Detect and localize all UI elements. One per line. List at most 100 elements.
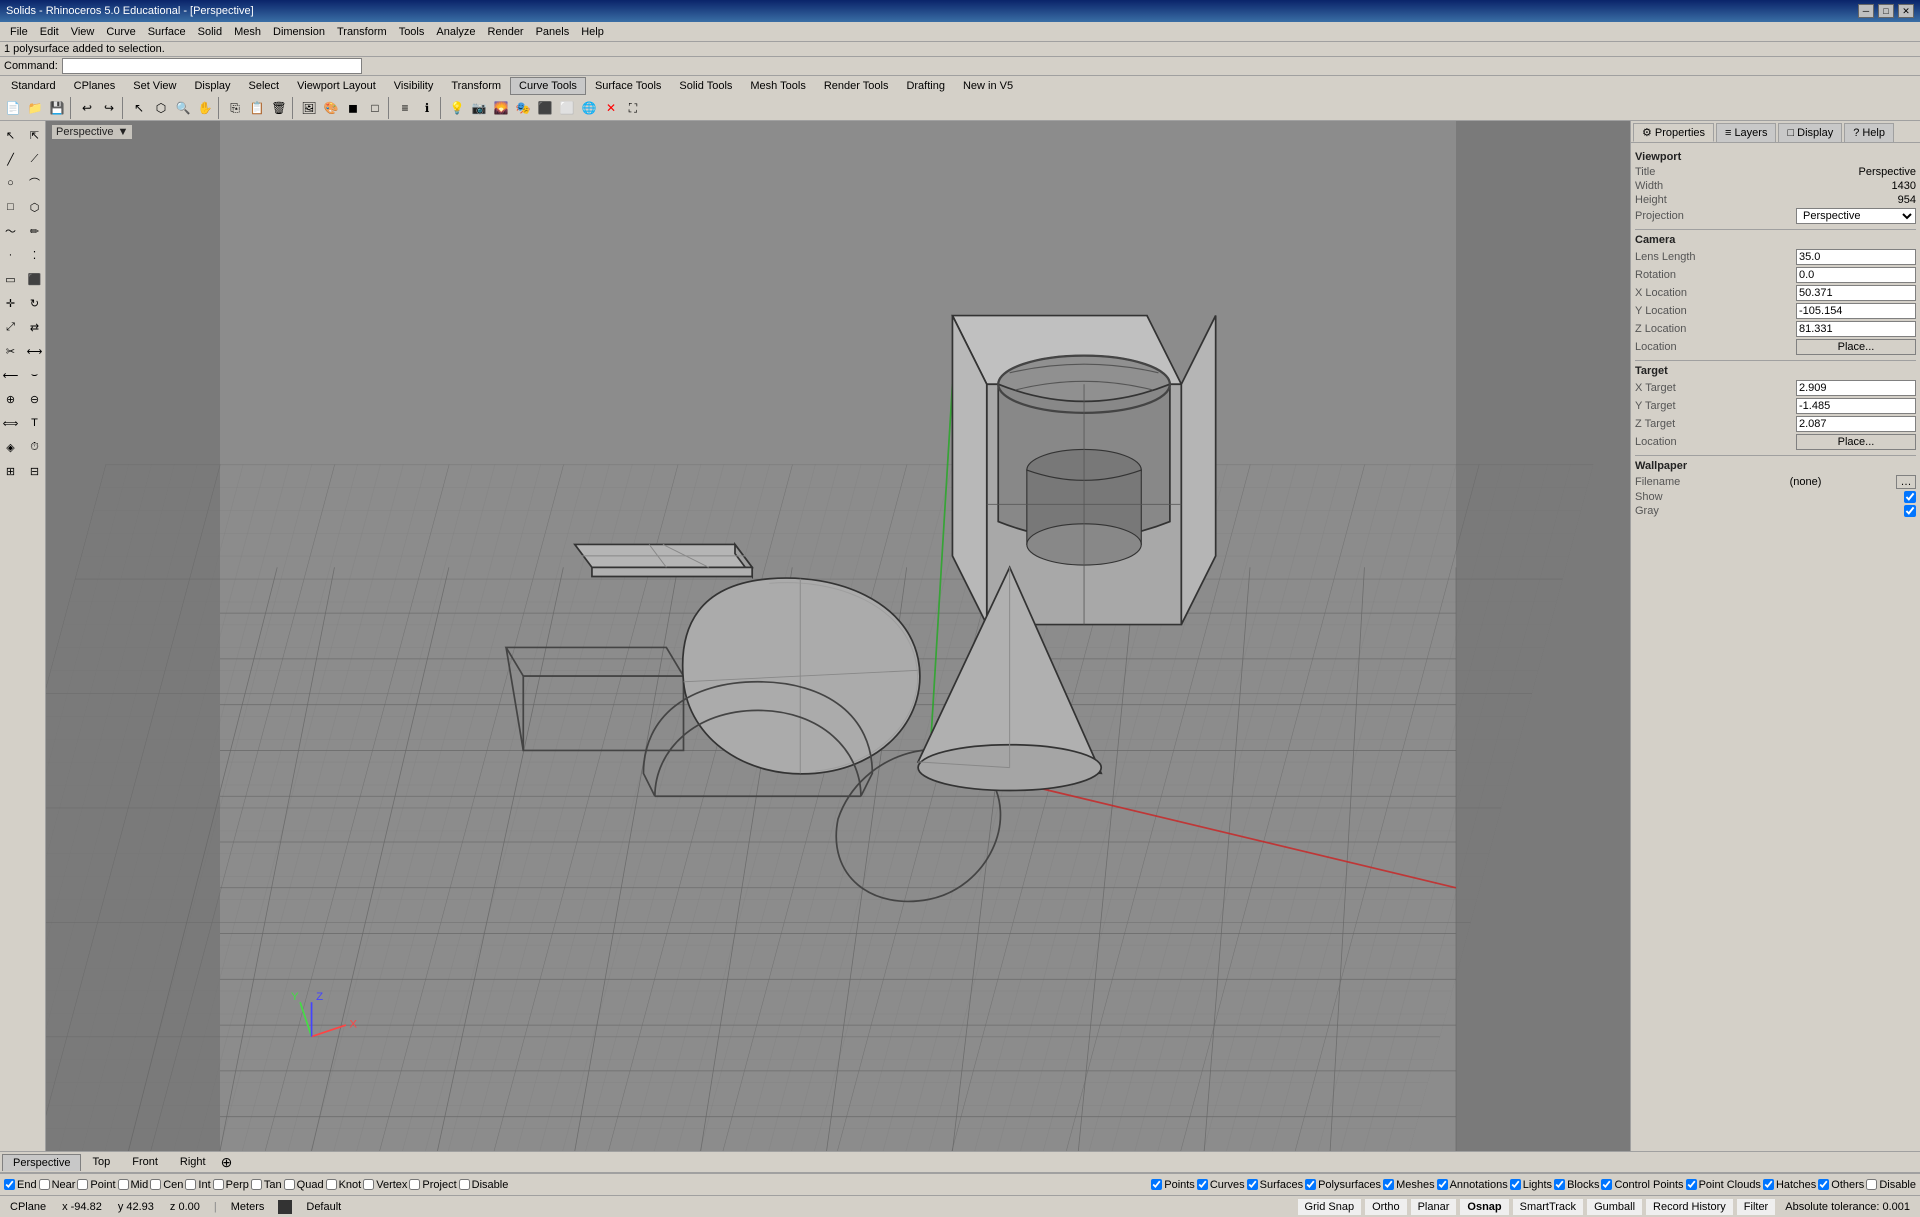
- snap-blocks-check[interactable]: [1554, 1179, 1565, 1190]
- y-location-input[interactable]: [1796, 303, 1916, 319]
- osnap-cen-check[interactable]: [150, 1179, 161, 1190]
- menu-mesh[interactable]: Mesh: [228, 25, 267, 39]
- circle-tool[interactable]: ○: [0, 172, 22, 194]
- tab-standard[interactable]: Standard: [2, 77, 65, 95]
- menu-view[interactable]: View: [65, 25, 101, 39]
- snap-lights-check[interactable]: [1510, 1179, 1521, 1190]
- osnap-knot-check[interactable]: [326, 1179, 337, 1190]
- rotate-tool[interactable]: ↻: [24, 292, 46, 314]
- osnap-disable-check[interactable]: [459, 1179, 470, 1190]
- boolean-union-tool[interactable]: ⊕: [0, 388, 22, 410]
- rpanel-tab-properties[interactable]: ⚙ Properties: [1633, 123, 1714, 142]
- dimension-tool[interactable]: ⟺: [0, 412, 22, 434]
- tab-cplanes[interactable]: CPlanes: [65, 77, 125, 95]
- gumball-button[interactable]: Gumball: [1587, 1199, 1642, 1215]
- x-location-input[interactable]: [1796, 285, 1916, 301]
- z-location-input[interactable]: [1796, 321, 1916, 337]
- texture-icon[interactable]: ⬛: [534, 97, 556, 119]
- line-tool[interactable]: ╱: [0, 148, 22, 170]
- render-preview-icon[interactable]: 🖼: [298, 97, 320, 119]
- menu-edit[interactable]: Edit: [34, 25, 65, 39]
- snap-disable-check[interactable]: [1866, 1179, 1877, 1190]
- filter-button[interactable]: Filter: [1737, 1199, 1775, 1215]
- delete-icon[interactable]: 🗑: [268, 97, 290, 119]
- tab-set-view[interactable]: Set View: [124, 77, 185, 95]
- menu-surface[interactable]: Surface: [142, 25, 192, 39]
- minimize-button[interactable]: ─: [1858, 4, 1874, 18]
- polyline-tool[interactable]: ⟋: [24, 148, 46, 170]
- select-icon[interactable]: ↖: [128, 97, 150, 119]
- tgt-place-button[interactable]: Place...: [1796, 434, 1916, 450]
- menu-dimension[interactable]: Dimension: [267, 25, 331, 39]
- record-history-button[interactable]: Record History: [1646, 1199, 1733, 1215]
- osnap-tan-check[interactable]: [251, 1179, 262, 1190]
- select-tool[interactable]: ↖: [0, 124, 22, 146]
- close-button[interactable]: ✕: [1898, 4, 1914, 18]
- tab-solid-tools[interactable]: Solid Tools: [670, 77, 741, 95]
- x-icon[interactable]: ✕: [600, 97, 622, 119]
- snap-curves-check[interactable]: [1197, 1179, 1208, 1190]
- tab-display[interactable]: Display: [185, 77, 239, 95]
- y-target-input[interactable]: [1796, 398, 1916, 414]
- move-tool[interactable]: ✛: [0, 292, 22, 314]
- viewport-projection-dropdown[interactable]: Perspective Parallel Two Point: [1796, 208, 1916, 224]
- snap-polysurfaces-check[interactable]: [1305, 1179, 1316, 1190]
- rpanel-tab-layers[interactable]: ≡ Layers: [1716, 123, 1776, 142]
- osnap-button[interactable]: Osnap: [1460, 1199, 1508, 1215]
- text-tool[interactable]: T: [24, 412, 46, 434]
- tab-select[interactable]: Select: [240, 77, 289, 95]
- tab-visibility[interactable]: Visibility: [385, 77, 443, 95]
- arc-tool[interactable]: ⌒: [24, 172, 46, 194]
- fullscreen-icon[interactable]: ⛶: [622, 97, 644, 119]
- background-icon[interactable]: 🌄: [490, 97, 512, 119]
- wire-icon[interactable]: □: [364, 97, 386, 119]
- mesh-tool[interactable]: ⬛: [24, 268, 46, 290]
- menu-help[interactable]: Help: [575, 25, 610, 39]
- osnap-point-check[interactable]: [77, 1179, 88, 1190]
- menu-tools[interactable]: Tools: [393, 25, 431, 39]
- vp-tab-top[interactable]: Top: [81, 1153, 121, 1171]
- copy-icon[interactable]: ⎘: [224, 97, 246, 119]
- snap-others-check[interactable]: [1818, 1179, 1829, 1190]
- lights-icon[interactable]: 💡: [446, 97, 468, 119]
- redo-icon[interactable]: ↪: [98, 97, 120, 119]
- material-icon[interactable]: 🎭: [512, 97, 534, 119]
- point-tool[interactable]: ·: [0, 244, 22, 266]
- polygon-tool[interactable]: ⬡: [24, 196, 46, 218]
- osnap-mid-check[interactable]: [118, 1179, 129, 1190]
- viewport[interactable]: Perspective ▼: [46, 121, 1630, 1151]
- menu-curve[interactable]: Curve: [100, 25, 141, 39]
- lens-length-input[interactable]: [1796, 249, 1916, 265]
- tab-mesh-tools[interactable]: Mesh Tools: [741, 77, 814, 95]
- z-target-input[interactable]: [1796, 416, 1916, 432]
- tab-curve-tools[interactable]: Curve Tools: [510, 77, 586, 95]
- rpanel-tab-display[interactable]: □ Display: [1778, 123, 1842, 142]
- viewport-label[interactable]: Perspective ▼: [52, 125, 132, 139]
- new-icon[interactable]: 📄: [2, 97, 24, 119]
- bump-icon[interactable]: ⬜: [556, 97, 578, 119]
- select-filter-tool[interactable]: ⇱: [24, 124, 46, 146]
- tab-surface-tools[interactable]: Surface Tools: [586, 77, 670, 95]
- tab-drafting[interactable]: Drafting: [897, 77, 954, 95]
- add-viewport-button[interactable]: ⊕: [217, 1154, 237, 1171]
- cam-place-button[interactable]: Place...: [1796, 339, 1916, 355]
- osnap-int-check[interactable]: [185, 1179, 196, 1190]
- snap-hatches-check[interactable]: [1763, 1179, 1774, 1190]
- point-cloud-tool[interactable]: ⁚: [24, 244, 46, 266]
- menu-panels[interactable]: Panels: [530, 25, 576, 39]
- rectangle-tool[interactable]: □: [0, 196, 22, 218]
- osnap-end-check[interactable]: [4, 1179, 15, 1190]
- snap-point-clouds-check[interactable]: [1686, 1179, 1697, 1190]
- menu-transform[interactable]: Transform: [331, 25, 393, 39]
- mirror-tool[interactable]: ⇄: [24, 316, 46, 338]
- rotation-input[interactable]: [1796, 267, 1916, 283]
- tab-transform[interactable]: Transform: [442, 77, 510, 95]
- planar-button[interactable]: Planar: [1411, 1199, 1457, 1215]
- trim-tool[interactable]: ✂: [0, 340, 22, 362]
- env-icon[interactable]: 🌐: [578, 97, 600, 119]
- menu-solid[interactable]: Solid: [192, 25, 228, 39]
- snap-points-check[interactable]: [1151, 1179, 1162, 1190]
- curve-tool[interactable]: 〜: [0, 220, 22, 242]
- surface-tool[interactable]: ▭: [0, 268, 22, 290]
- command-input[interactable]: [62, 58, 362, 74]
